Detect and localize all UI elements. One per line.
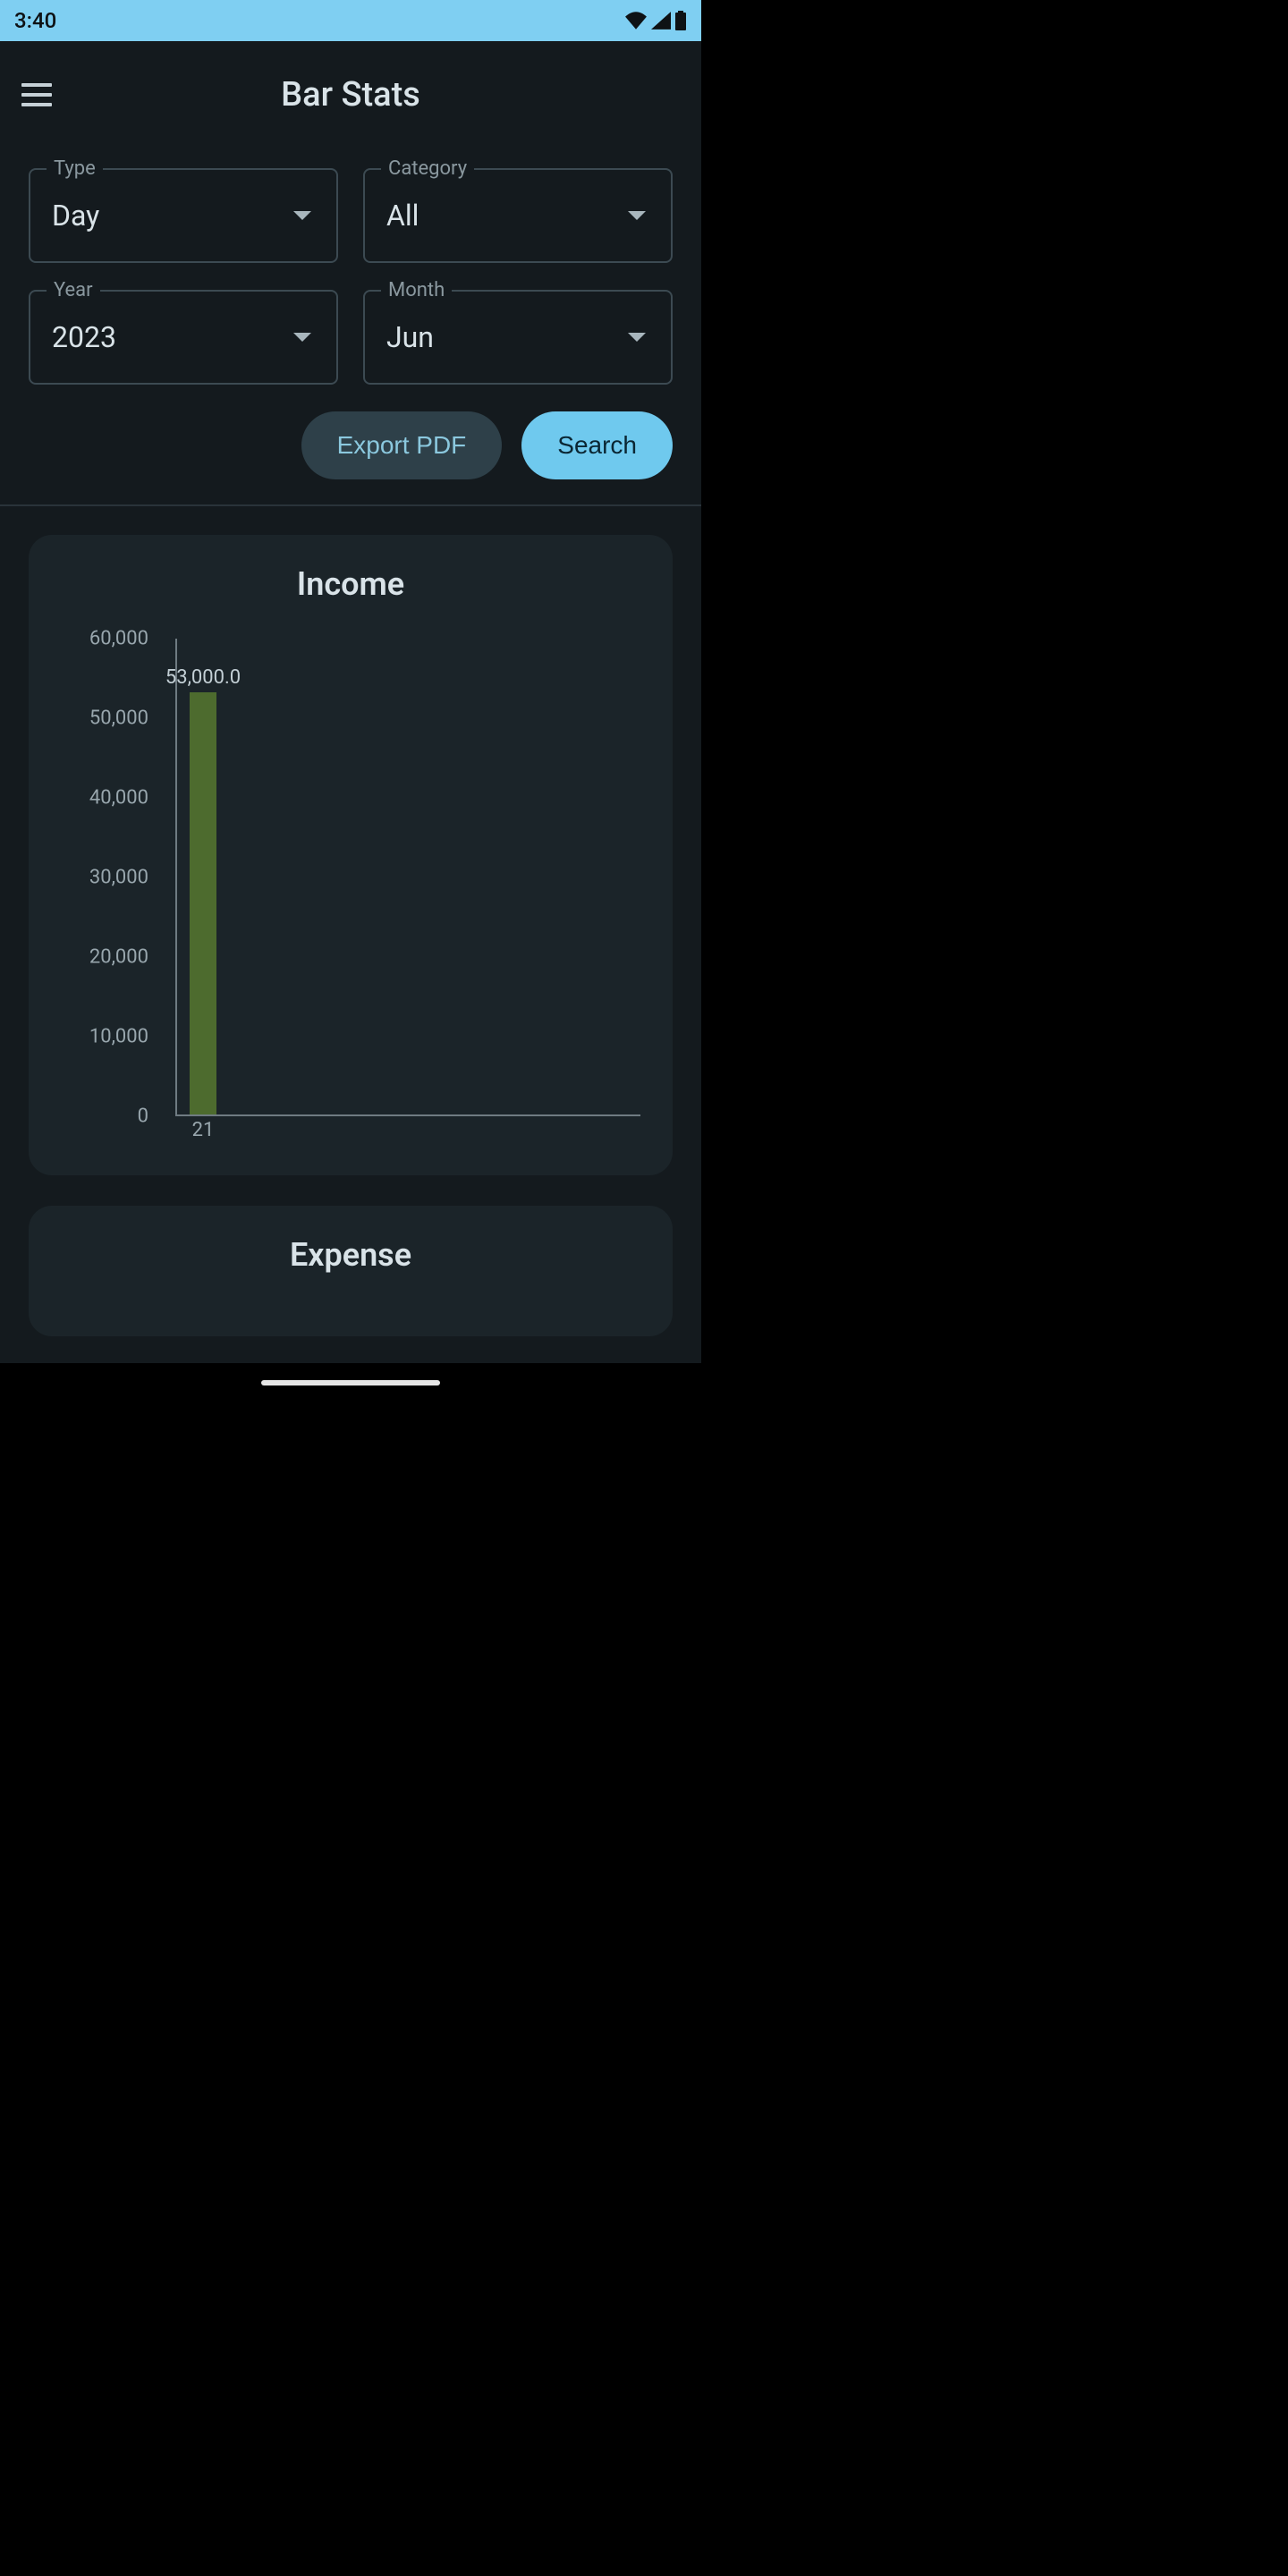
expense-card-title: Expense bbox=[52, 1236, 649, 1274]
status-time: 3:40 bbox=[14, 8, 56, 33]
y-tick-label: 10,000 bbox=[89, 1026, 148, 1048]
page-title: Bar Stats bbox=[0, 75, 701, 114]
category-select-wrap: Category All bbox=[363, 168, 673, 263]
y-tick-label: 0 bbox=[138, 1106, 148, 1128]
chevron-down-icon bbox=[628, 211, 646, 220]
chevron-down-icon bbox=[628, 333, 646, 342]
year-select-value: 2023 bbox=[52, 320, 116, 354]
type-select[interactable]: Type Day bbox=[29, 168, 338, 263]
expense-card: Expense bbox=[29, 1206, 673, 1336]
system-nav-bar bbox=[0, 1363, 701, 1402]
type-select-value: Day bbox=[52, 199, 99, 233]
y-tick-label: 50,000 bbox=[89, 708, 148, 730]
year-select-wrap: Year 2023 bbox=[29, 290, 338, 385]
signal-icon bbox=[651, 12, 671, 30]
actions-row: Export PDF Search bbox=[0, 411, 701, 504]
chart-bar-label: 53,000.0 bbox=[165, 666, 241, 689]
status-icons bbox=[624, 11, 687, 30]
type-select-label: Type bbox=[47, 157, 103, 180]
income-card: Income 0 10,000 20,000 30,000 40,000 50,000 60… bbox=[29, 535, 673, 1175]
month-select[interactable]: Month Jun bbox=[363, 290, 673, 385]
income-chart: 0 10,000 20,000 30,000 40,000 50,000 60,000 53… bbox=[52, 630, 649, 1148]
category-select-label: Category bbox=[381, 157, 474, 180]
month-select-wrap: Month Jun bbox=[363, 290, 673, 385]
cards-container: Income 0 10,000 20,000 30,000 40,000 50,000 60… bbox=[0, 506, 701, 1365]
category-select-value: All bbox=[386, 199, 419, 233]
y-tick-label: 40,000 bbox=[89, 787, 148, 809]
app-bar: Bar Stats bbox=[0, 41, 701, 148]
menu-icon[interactable] bbox=[21, 78, 55, 112]
y-tick-label: 60,000 bbox=[89, 628, 148, 650]
year-select-label: Year bbox=[47, 279, 100, 301]
status-bar: 3:40 bbox=[0, 0, 701, 41]
nav-handle-icon[interactable] bbox=[261, 1380, 440, 1385]
y-tick-label: 20,000 bbox=[89, 946, 148, 969]
x-tick-label: 21 bbox=[192, 1119, 215, 1141]
year-select[interactable]: Year 2023 bbox=[29, 290, 338, 385]
chevron-down-icon bbox=[293, 333, 311, 342]
y-tick-label: 30,000 bbox=[89, 867, 148, 889]
export-pdf-button[interactable]: Export PDF bbox=[301, 411, 503, 479]
income-card-title: Income bbox=[52, 565, 649, 603]
type-select-wrap: Type Day bbox=[29, 168, 338, 263]
wifi-icon bbox=[624, 12, 648, 30]
chart-bar bbox=[190, 692, 216, 1114]
chevron-down-icon bbox=[293, 211, 311, 220]
battery-icon bbox=[674, 11, 687, 30]
filters-panel: Type Day Category All Year 2023 bbox=[0, 148, 701, 385]
search-button[interactable]: Search bbox=[521, 411, 673, 479]
month-select-value: Jun bbox=[386, 320, 434, 354]
category-select[interactable]: Category All bbox=[363, 168, 673, 263]
month-select-label: Month bbox=[381, 279, 452, 301]
